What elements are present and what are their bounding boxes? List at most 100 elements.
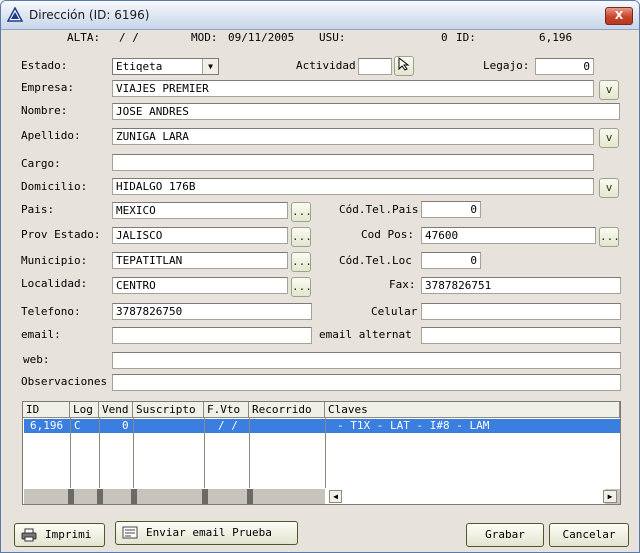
address-dialog: Dirección (ID: 6196) X ALTA: / / MOD: 09… (0, 0, 640, 553)
municipio-label: Municipio: (21, 254, 88, 267)
codtelpais-label: Cód.Tel.Pais (339, 203, 419, 216)
col-header-recorrido[interactable]: Recorrido (249, 402, 325, 418)
col-header-claves[interactable]: Claves (325, 402, 620, 418)
usu-value: 0 (441, 31, 448, 44)
telefono-field[interactable]: 3787826750 (112, 303, 312, 320)
column-divider (325, 418, 326, 488)
title-bar: Dirección (ID: 6196) X (1, 1, 639, 30)
domicilio-dropdown-button[interactable]: v (599, 178, 619, 198)
column-marker (202, 489, 208, 504)
legajo-label: Legajo: (483, 59, 530, 72)
mod-label: MOD: (191, 31, 218, 44)
scroll-left-arrow-icon[interactable]: ◀ (329, 490, 342, 503)
imprimir-button[interactable]: Imprimi (14, 523, 105, 547)
codtelloc-field[interactable]: 0 (421, 252, 481, 269)
actividad-label: Actividad (296, 59, 356, 72)
codpos-lookup-button[interactable]: ... (599, 227, 620, 247)
horizontal-scrollbar[interactable]: ◀ ▶ (24, 489, 620, 504)
fax-label: Fax: (389, 278, 416, 291)
estado-select[interactable]: Etiqeta ▼ (112, 58, 219, 75)
nombre-field[interactable]: JOSE ANDRES (112, 103, 620, 120)
observaciones-field[interactable] (112, 374, 621, 391)
grabar-button[interactable]: Grabar (466, 523, 544, 547)
codtelpais-field[interactable]: 0 (421, 201, 481, 218)
nombre-label: Nombre: (21, 104, 68, 117)
scrollbar-track[interactable] (325, 489, 605, 504)
emailalt-label: email alternat (319, 328, 412, 341)
emailalt-field[interactable] (421, 327, 621, 344)
telefono-label: Telefono: (21, 305, 81, 318)
usu-label: USU: (319, 31, 346, 44)
estado-label: Estado: (21, 59, 68, 72)
empresa-field[interactable]: VIAJES PREMIER (112, 80, 594, 97)
cancelar-button[interactable]: Cancelar (549, 523, 629, 547)
column-divider (249, 418, 250, 488)
col-header-suscripto[interactable]: Suscripto (133, 402, 204, 418)
provestado-label: Prov Estado: (21, 228, 101, 241)
domicilio-field[interactable]: HIDALGO 176B (112, 178, 594, 195)
column-marker (97, 489, 103, 504)
close-button[interactable]: X (605, 7, 633, 25)
column-divider (70, 418, 71, 488)
provestado-field[interactable]: JALISCO (112, 227, 288, 244)
app-icon (6, 6, 24, 23)
actividad-lookup-button[interactable] (394, 56, 414, 76)
codpos-field[interactable]: 47600 (421, 227, 596, 244)
cell-claves: - T1X - LAT - I#8 - LAM (337, 419, 490, 432)
alta-label: ALTA: (67, 31, 101, 44)
column-marker (131, 489, 137, 504)
printer-icon (21, 528, 37, 550)
imprimir-label: Imprimi (45, 528, 92, 541)
municipio-field[interactable]: TEPATITLAN (112, 252, 288, 269)
col-header-fvto[interactable]: F.Vto (204, 402, 249, 418)
empresa-label: Empresa: (21, 81, 74, 94)
domicilio-label: Domicilio: (21, 180, 88, 193)
col-header-id[interactable]: ID (23, 402, 70, 418)
cargo-field[interactable] (112, 154, 594, 171)
pais-field[interactable]: MEXICO (112, 202, 288, 219)
pais-label: Pais: (21, 203, 55, 216)
empresa-dropdown-button[interactable]: v (599, 80, 619, 100)
email-icon (122, 526, 138, 548)
table-row[interactable]: 6,196 C 0 / / - T1X - LAT - I#8 - LAM (24, 419, 620, 433)
cell-fvto: / / (218, 419, 238, 432)
apellido-dropdown-button[interactable]: v (599, 128, 619, 148)
col-header-vend[interactable]: Vend (99, 402, 133, 418)
email-field[interactable] (112, 327, 312, 344)
enviar-email-label: Enviar email Prueba (146, 526, 272, 539)
enviar-email-button[interactable]: Enviar email Prueba (115, 521, 298, 545)
codtelloc-label: Cód.Tel.Loc (339, 254, 412, 267)
cell-vend: 0 (122, 419, 129, 432)
municipio-lookup-button[interactable]: ... (291, 252, 312, 272)
column-marker (68, 489, 74, 504)
web-field[interactable] (112, 352, 621, 369)
legajo-field[interactable]: 0 (535, 58, 594, 75)
mod-value: 09/11/2005 (228, 31, 295, 44)
scroll-right-arrow-icon[interactable]: ▶ (603, 490, 617, 503)
lookup-cursor-icon (398, 56, 410, 71)
chevron-down-icon: ▼ (202, 59, 218, 74)
column-divider (99, 418, 100, 488)
localidad-field[interactable]: CENTRO (112, 277, 288, 294)
records-grid: ID Log Vend Suscripto F.Vto Recorrido Cl… (22, 401, 621, 505)
localidad-lookup-button[interactable]: ... (291, 277, 312, 297)
observaciones-label: Observaciones (21, 375, 108, 388)
id-value: 6,196 (539, 31, 573, 44)
celular-field[interactable] (421, 303, 621, 320)
col-header-log[interactable]: Log (70, 402, 99, 418)
apellido-field[interactable]: ZUNIGA LARA (112, 128, 594, 145)
pais-lookup-button[interactable]: ... (291, 202, 312, 222)
cell-id: 6,196 (30, 419, 64, 432)
alta-value: / / (119, 31, 139, 44)
cargo-label: Cargo: (21, 157, 61, 170)
actividad-field[interactable] (358, 58, 392, 75)
cell-log: C (74, 419, 81, 432)
celular-label: Celular (371, 305, 418, 318)
email-label: email: (21, 328, 61, 341)
fax-field[interactable]: 3787826751 (421, 277, 621, 294)
localidad-label: Localidad: (21, 277, 88, 290)
close-icon: X (614, 9, 624, 22)
provestado-lookup-button[interactable]: ... (291, 227, 312, 247)
column-divider (133, 418, 134, 488)
estado-value: Etiqeta (116, 60, 163, 73)
